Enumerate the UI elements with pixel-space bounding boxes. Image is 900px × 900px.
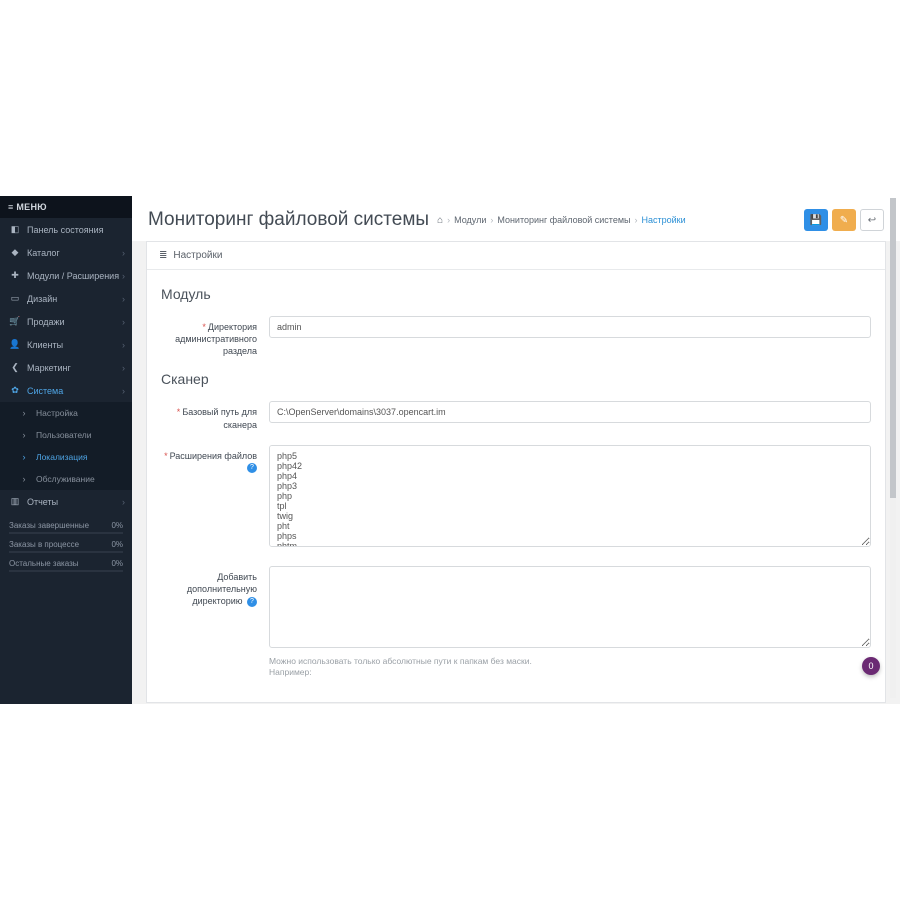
gear-icon: ✿ bbox=[9, 385, 21, 396]
chevron-right-icon: › bbox=[18, 430, 30, 440]
form-row-add-dir: Добавить дополнительную директорию ? Мож… bbox=[161, 566, 871, 678]
crumb-monitoring[interactable]: Мониторинг файловой системы bbox=[497, 215, 630, 225]
form-row-extensions: *Расширения файлов ? bbox=[161, 445, 871, 552]
settings-panel: ≣Настройки Модуль *Директория администра… bbox=[146, 241, 886, 703]
eraser-icon: ✎ bbox=[840, 215, 848, 226]
page-title: Мониторинг файловой системы bbox=[148, 209, 429, 231]
sidebar-subitem-localization[interactable]: ›Локализация bbox=[0, 446, 132, 468]
share-icon: ❮ bbox=[9, 362, 21, 373]
label-extensions: *Расширения файлов ? bbox=[161, 445, 269, 552]
sidebar-subitem-settings[interactable]: ›Настройка bbox=[0, 402, 132, 424]
stat-row: Заказы в процессе0% bbox=[9, 540, 123, 549]
breadcrumb: ⌂ › Модули › Мониторинг файловой системы… bbox=[437, 215, 804, 226]
section-module-title: Модуль bbox=[161, 286, 871, 302]
sidebar-item-dashboard[interactable]: ◧Панель состояния bbox=[0, 218, 132, 241]
stat-row: Заказы завершенные0% bbox=[9, 521, 123, 530]
sidebar: МЕНЮ ◧Панель состояния ◆Каталог ✚Модули … bbox=[0, 196, 132, 704]
tag-icon: ◆ bbox=[9, 247, 21, 258]
sidebar-item-extensions[interactable]: ✚Модули / Расширения bbox=[0, 264, 132, 287]
sidebar-menu-tail: ▥Отчеты bbox=[0, 490, 132, 513]
list-icon: ≣ bbox=[159, 250, 167, 261]
notification-badge[interactable]: 0 bbox=[862, 657, 880, 675]
scrollbar[interactable] bbox=[890, 198, 896, 698]
sidebar-item-reports[interactable]: ▥Отчеты bbox=[0, 490, 132, 513]
sidebar-item-system[interactable]: ✿Система bbox=[0, 379, 132, 402]
sidebar-item-customers[interactable]: 👤Клиенты bbox=[0, 333, 132, 356]
crumb-current: Настройки bbox=[642, 215, 686, 225]
chevron-right-icon: › bbox=[18, 474, 30, 484]
chevron-right-icon: › bbox=[18, 452, 30, 462]
label-add-dir: Добавить дополнительную директорию ? bbox=[161, 566, 269, 678]
chart-icon: ▥ bbox=[9, 496, 21, 507]
user-icon: 👤 bbox=[9, 339, 21, 350]
label-base-path: *Базовый путь для сканера bbox=[161, 401, 269, 430]
sidebar-subitem-maintenance[interactable]: ›Обслуживание bbox=[0, 468, 132, 490]
sidebar-item-catalog[interactable]: ◆Каталог bbox=[0, 241, 132, 264]
reply-icon: ↩ bbox=[868, 215, 876, 226]
section-scanner-title: Сканер bbox=[161, 371, 871, 387]
admin-dir-input[interactable] bbox=[269, 316, 871, 338]
dashboard-icon: ◧ bbox=[9, 224, 21, 235]
sidebar-menu: ◧Панель состояния ◆Каталог ✚Модули / Рас… bbox=[0, 218, 132, 402]
chevron-right-icon: › bbox=[18, 408, 30, 418]
home-icon[interactable]: ⌂ bbox=[437, 215, 443, 226]
menu-header: МЕНЮ bbox=[0, 196, 132, 218]
content-area: Мониторинг файловой системы ⌂ › Модули ›… bbox=[132, 196, 900, 704]
save-icon: 💾 bbox=[810, 215, 822, 226]
page-header: Мониторинг файловой системы ⌂ › Модули ›… bbox=[132, 196, 900, 241]
form-row-admin-dir: *Директория административного раздела bbox=[161, 316, 871, 357]
extensions-textarea[interactable] bbox=[269, 445, 871, 547]
puzzle-icon: ✚ bbox=[9, 270, 21, 281]
sidebar-subitem-users[interactable]: ›Пользователи bbox=[0, 424, 132, 446]
crumb-modules[interactable]: Модули bbox=[454, 215, 486, 225]
help-text: Можно использовать только абсолютные пут… bbox=[269, 656, 871, 678]
hamburger-icon bbox=[8, 202, 14, 212]
form-row-base-path: *Базовый путь для сканера bbox=[161, 401, 871, 430]
panel-heading: ≣Настройки bbox=[147, 242, 885, 270]
info-icon[interactable]: ? bbox=[247, 597, 257, 607]
sidebar-submenu-system: ›Настройка ›Пользователи ›Локализация ›О… bbox=[0, 402, 132, 490]
sidebar-item-design[interactable]: ▭Дизайн bbox=[0, 287, 132, 310]
cart-icon: 🛒 bbox=[9, 316, 21, 327]
sidebar-item-marketing[interactable]: ❮Маркетинг bbox=[0, 356, 132, 379]
label-admin-dir: *Директория административного раздела bbox=[161, 316, 269, 357]
back-button[interactable]: ↩ bbox=[860, 209, 884, 231]
add-dir-textarea[interactable] bbox=[269, 566, 871, 648]
clear-button[interactable]: ✎ bbox=[832, 209, 856, 231]
save-button[interactable]: 💾 bbox=[804, 209, 828, 231]
stat-row: Остальные заказы0% bbox=[9, 559, 123, 568]
sidebar-stats: Заказы завершенные0% Заказы в процессе0%… bbox=[0, 513, 132, 586]
info-icon[interactable]: ? bbox=[247, 463, 257, 473]
base-path-input[interactable] bbox=[269, 401, 871, 423]
screen-icon: ▭ bbox=[9, 293, 21, 304]
sidebar-item-sales[interactable]: 🛒Продажи bbox=[0, 310, 132, 333]
